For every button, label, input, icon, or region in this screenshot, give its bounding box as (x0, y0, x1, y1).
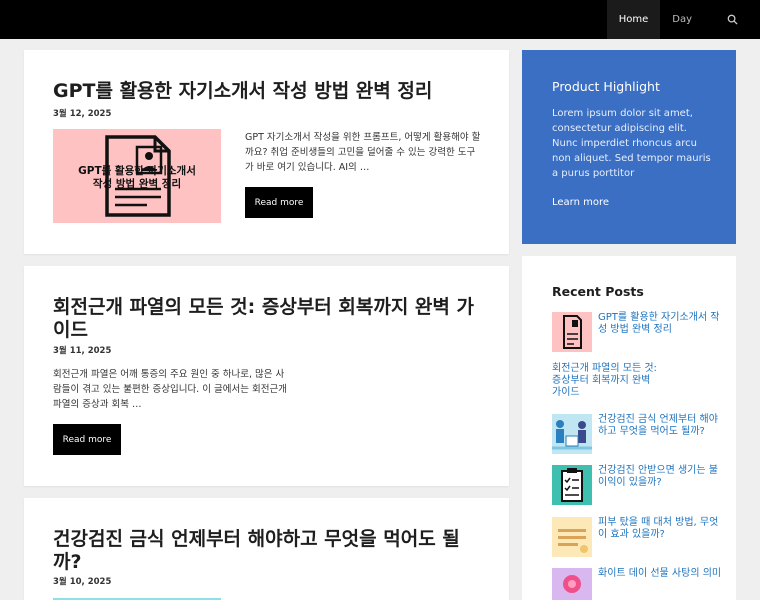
recent-post-thumbnail[interactable] (552, 312, 592, 352)
post-date[interactable]: 3월 10, 2025 (53, 575, 111, 587)
learn-more-link[interactable]: Learn more (552, 197, 609, 208)
post-title[interactable]: GPT를 활용한 자기소개서 작성 방법 완벽 정리 (53, 80, 483, 103)
post-title[interactable]: 회전근개 파열의 모든 것: 증상부터 회복까지 완벽 가이드 (53, 296, 483, 342)
read-more-button[interactable]: Read more (245, 187, 313, 218)
post-card: GPT를 활용한 자기소개서 작성 방법 완벽 정리 3월 12, 2025 G… (24, 50, 509, 254)
recent-post-item[interactable]: 회전근개 파열의 모든 것: 증상부터 회복까지 완벽 가이드 (552, 363, 722, 399)
recent-post-link[interactable]: 피부 탔을 때 대처 방법, 무엇이 효과 있을까? (598, 517, 722, 541)
nav-item-day[interactable]: Day (660, 0, 704, 39)
recent-post-item[interactable]: 화이트 데이 선물 사탕의 의미 (552, 568, 722, 600)
widget-text: Lorem ipsum dolor sit amet, consectetur … (552, 108, 711, 179)
search-button[interactable] (704, 0, 760, 39)
product-highlight-widget: Product Highlight Lorem ipsum dolor sit … (522, 50, 736, 244)
recent-post-thumbnail[interactable] (552, 414, 592, 454)
recent-post-item[interactable]: GPT를 활용한 자기소개서 작성 방법 완벽 정리 (552, 312, 722, 352)
skin-illustration-icon (558, 529, 588, 553)
recent-post-thumbnail[interactable] (552, 568, 592, 600)
thumbnail-caption: 작성 방법 완벽 정리 (92, 178, 182, 190)
search-icon (727, 14, 738, 25)
post-card: 건강검진 금식 언제부터 해야하고 무엇을 먹어도 될까? 3월 10, 202… (24, 498, 509, 600)
recent-posts-widget: Recent Posts GPT를 활용한 자기소개서 작성 방법 완벽 정리 … (522, 256, 736, 600)
post-date[interactable]: 3월 11, 2025 (53, 344, 111, 356)
read-more-button[interactable]: Read more (53, 424, 121, 455)
post-card: 회전근개 파열의 모든 것: 증상부터 회복까지 완벽 가이드 3월 11, 2… (24, 266, 509, 486)
recent-post-link[interactable]: 건강검진 금식 언제부터 해야하고 무엇을 먹어도 될까? (598, 414, 722, 438)
document-icon (563, 315, 582, 349)
recent-post-link[interactable]: GPT를 활용한 자기소개서 작성 방법 완벽 정리 (598, 312, 722, 336)
recent-post-item[interactable]: 피부 탔을 때 대처 방법, 무엇이 효과 있을까? (552, 517, 722, 557)
widget-title: Product Highlight (552, 79, 660, 94)
candy-illustration-icon (563, 575, 581, 593)
post-excerpt: GPT 자기소개서 작성을 위한 프롬프트, 어떻게 활용해야 할까요? 취업 … (245, 132, 481, 173)
post-excerpt: 회전근개 파열은 어깨 통증의 주요 원인 중 하나로, 많은 사람들이 겪고 … (53, 369, 287, 410)
top-navigation-bar: Home Day (0, 0, 760, 39)
recent-post-item[interactable]: 건강검진 금식 언제부터 해야하고 무엇을 먹어도 될까? (552, 414, 722, 454)
clipboard-icon (561, 468, 583, 502)
recent-post-link[interactable]: 회전근개 파열의 모든 것: 증상부터 회복까지 완벽 가이드 (552, 363, 662, 399)
post-title[interactable]: 건강검진 금식 언제부터 해야하고 무엇을 먹어도 될까? (53, 528, 483, 574)
main-menu: Home Day (606, 0, 760, 39)
post-thumbnail[interactable]: GPT를 활용한 자기소개서 작성 방법 완벽 정리 (53, 129, 221, 223)
post-date[interactable]: 3월 12, 2025 (53, 107, 111, 119)
recent-post-thumbnail[interactable] (552, 465, 592, 505)
nav-item-home[interactable]: Home (606, 0, 661, 39)
widget-title: Recent Posts (552, 284, 644, 299)
medical-illustration-icon (552, 420, 592, 450)
thumbnail-caption: GPT를 활용한 자기소개서 (78, 165, 196, 177)
recent-post-item[interactable]: 건강검진 안받으면 생기는 불이익이 있을까? (552, 465, 722, 505)
recent-post-link[interactable]: 화이트 데이 선물 사탕의 의미 (598, 568, 721, 580)
recent-post-thumbnail[interactable] (552, 517, 592, 557)
recent-post-link[interactable]: 건강검진 안받으면 생기는 불이익이 있을까? (598, 465, 722, 489)
